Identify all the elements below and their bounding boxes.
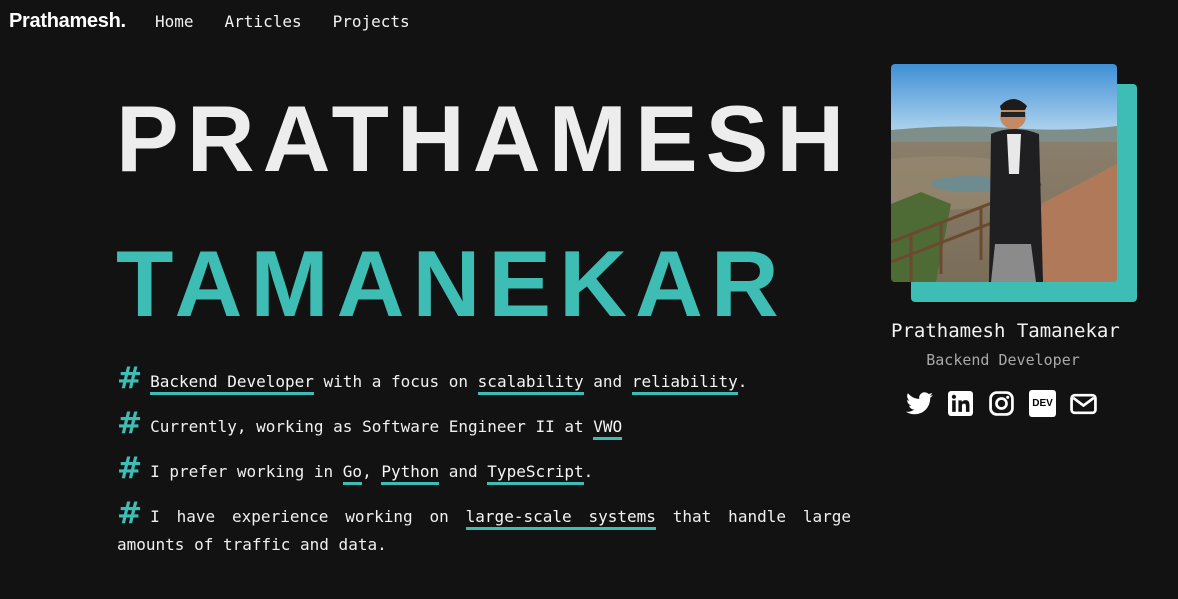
highlight-term[interactable]: large-scale systems (465, 507, 656, 530)
hash-icon: # (117, 361, 143, 396)
hash-icon: # (117, 451, 143, 486)
brand-logo[interactable]: Prathamesh. (9, 10, 126, 33)
highlight-term[interactable]: reliability (631, 372, 738, 395)
bullet-text: I have experience working on (150, 507, 466, 526)
intro-bullet: # Currently, working as Software Engineer… (117, 409, 851, 441)
highlight-term[interactable]: VWO (593, 417, 623, 440)
highlight-term[interactable]: TypeScript (487, 462, 584, 485)
highlight-term[interactable]: scalability (477, 372, 584, 395)
bullet-text: I prefer working in (150, 462, 343, 481)
top-nav: Prathamesh. Home Articles Projects (0, 0, 1178, 46)
nav-link-articles[interactable]: Articles (225, 12, 302, 31)
instagram-icon[interactable] (988, 390, 1015, 417)
profile-name: Prathamesh Tamanekar (891, 320, 1120, 342)
intro-bullet: # Backend Developer with a focus on scala… (117, 364, 851, 396)
profile-role: Backend Developer (926, 351, 1080, 369)
bullet-text: with a focus on (313, 372, 478, 391)
bullet-text: and (583, 372, 632, 391)
social-links: DEV (906, 390, 1097, 417)
hero-first-name: PRATHAMESH (116, 86, 853, 191)
bullet-text: . (737, 372, 748, 391)
bullet-text: and (439, 462, 488, 481)
nav-links: Home Articles Projects (155, 12, 410, 31)
highlight-term[interactable]: Go (342, 462, 363, 485)
bullet-text: , (362, 462, 382, 481)
twitter-icon[interactable] (906, 390, 933, 417)
hash-icon: # (117, 496, 143, 531)
highlight-term[interactable]: Python (381, 462, 440, 485)
intro-bullet: # I have experience working on large-scal… (117, 499, 851, 559)
bullet-text: Currently, working as Software Engineer … (150, 417, 594, 436)
nav-link-projects[interactable]: Projects (333, 12, 410, 31)
profile-photo (891, 64, 1117, 282)
hero-last-name: TAMANEKAR (116, 231, 787, 336)
bullet-text: . (583, 462, 594, 481)
linkedin-icon[interactable] (947, 390, 974, 417)
intro-bullet: # I prefer working in Go, Python and Type… (117, 454, 851, 486)
intro-bullets: # Backend Developer with a focus on scala… (117, 364, 851, 576)
hash-icon: # (117, 406, 143, 441)
dev-badge-label: DEV (1029, 390, 1056, 417)
profile-photo-card (891, 64, 1137, 302)
dev-icon[interactable]: DEV (1029, 390, 1056, 417)
mail-icon[interactable] (1070, 390, 1097, 417)
highlight-term[interactable]: Backend Developer (150, 372, 314, 395)
nav-link-home[interactable]: Home (155, 12, 194, 31)
